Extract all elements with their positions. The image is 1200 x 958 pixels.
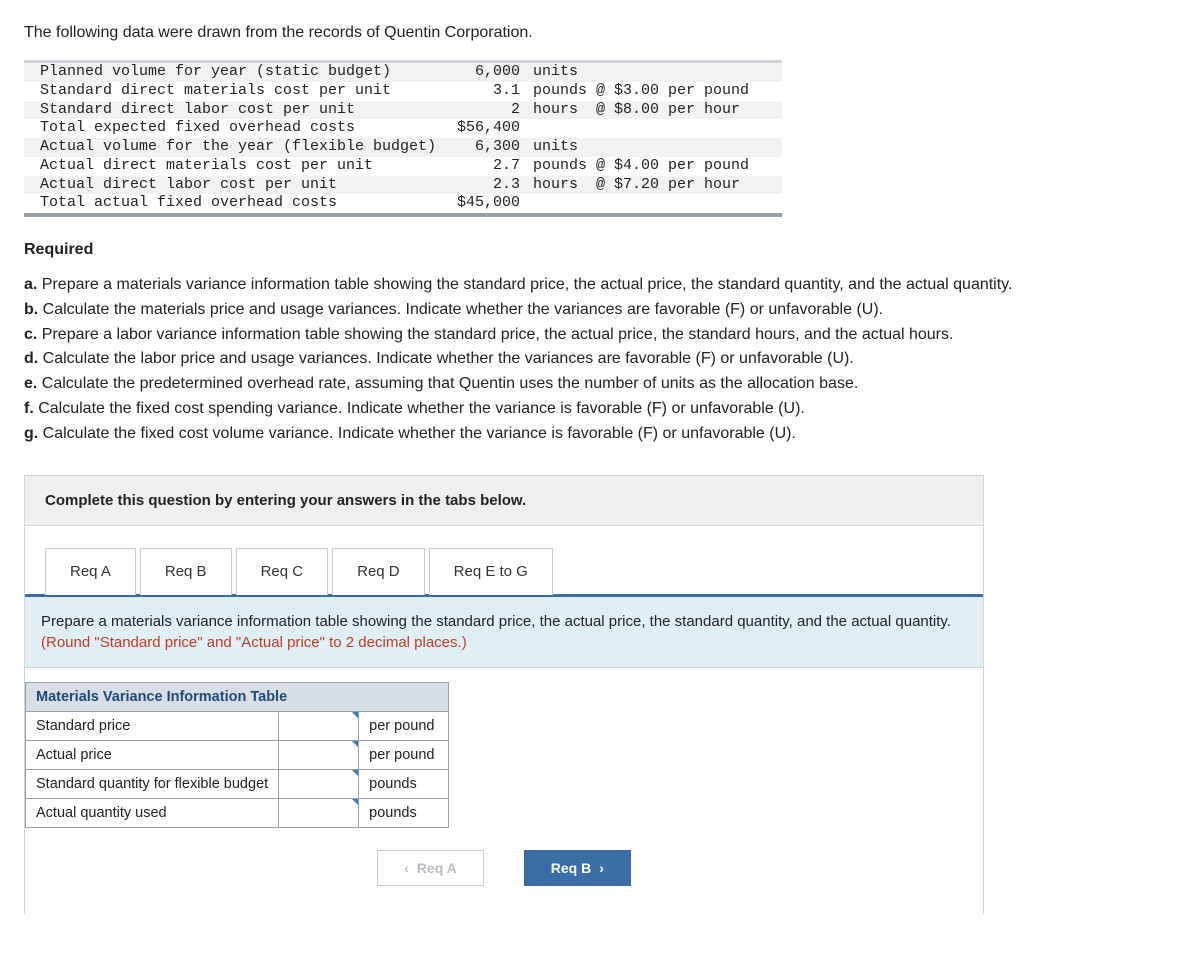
data-quantity: 2 [450,101,520,120]
tab-content: Prepare a materials variance information… [25,594,983,914]
data-quantity: 2.3 [450,176,520,195]
required-bullet: b. [24,301,43,318]
value-input[interactable] [279,740,359,769]
data-table: Planned volume for year (static budget)6… [24,60,782,217]
data-label: Actual direct labor cost per unit [40,176,450,195]
required-bullet: a. [24,276,42,293]
next-button-label: Req B [551,860,591,876]
required-list: a. Prepare a materials variance informat… [24,273,1176,447]
required-bullet: e. [24,375,42,392]
prev-button-label: Req A [417,860,457,876]
required-item: b. Calculate the materials price and usa… [24,298,1176,323]
data-quantity: 2.7 [450,157,520,176]
required-item: a. Prepare a materials variance informat… [24,273,1176,298]
row-label: Actual price [26,740,279,769]
data-label: Planned volume for year (static budget) [40,63,450,82]
data-label: Standard direct labor cost per unit [40,101,450,120]
required-text: Calculate the labor price and usage vari… [43,350,854,367]
required-text: Prepare a labor variance information tab… [42,326,954,343]
data-quantity: 3.1 [450,82,520,101]
data-quantity: $45,000 [450,194,520,213]
data-unit: units [520,63,766,82]
table-row: Actual price per pound [26,740,449,769]
tab-req-e-to-g[interactable]: Req E to G [429,548,553,595]
data-label: Total actual fixed overhead costs [40,194,450,213]
row-label: Standard quantity for flexible budget [26,769,279,798]
data-unit [520,194,766,213]
data-row: Actual volume for the year (flexible bud… [24,138,782,157]
tab-req-a[interactable]: Req A [45,548,136,595]
data-unit [520,119,766,138]
required-item: e. Calculate the predetermined overhead … [24,372,1176,397]
data-label: Standard direct materials cost per unit [40,82,450,101]
tab-req-c[interactable]: Req C [236,548,329,595]
required-bullet: d. [24,350,43,367]
answer-table-header: Materials Variance Information Table [26,682,449,711]
data-row: Actual direct labor cost per unit2.3 hou… [24,176,782,195]
unit-label: pounds [359,769,449,798]
table-row: Standard quantity for flexible budget pou… [26,769,449,798]
prev-button[interactable]: ‹ Req A [377,850,484,886]
data-quantity: 6,000 [450,63,520,82]
data-quantity: $56,400 [450,119,520,138]
table-row: Standard price per pound [26,711,449,740]
required-item: f. Calculate the fixed cost spending var… [24,397,1176,422]
required-item: d. Calculate the labor price and usage v… [24,347,1176,372]
data-unit: pounds @ $4.00 per pound [520,157,766,176]
data-quantity: 6,300 [450,138,520,157]
answer-table: Materials Variance Information Table Sta… [25,682,449,828]
data-label: Total expected fixed overhead costs [40,119,450,138]
value-input[interactable] [279,798,359,827]
required-bullet: f. [24,400,38,417]
value-input[interactable] [279,711,359,740]
unit-label: pounds [359,798,449,827]
data-row: Total actual fixed overhead costs$45,000 [24,194,782,213]
data-unit: pounds @ $3.00 per pound [520,82,766,101]
table-row: Actual quantity used pounds [26,798,449,827]
tab-req-b[interactable]: Req B [140,548,232,595]
row-label: Actual quantity used [26,798,279,827]
required-text: Calculate the fixed cost spending varian… [38,400,805,417]
unit-label: per pound [359,740,449,769]
required-text: Calculate the materials price and usage … [43,301,883,318]
required-bullet: c. [24,326,42,343]
tab-prompt: Prepare a materials variance information… [25,597,983,668]
data-row: Actual direct materials cost per unit2.7… [24,157,782,176]
chevron-right-icon: › [599,860,604,876]
required-text: Calculate the predetermined overhead rat… [42,375,859,392]
tab-prompt-round: (Round "Standard price" and "Actual pric… [41,634,467,651]
nav-buttons: ‹ Req A Req B › [25,828,983,914]
required-item: c. Prepare a labor variance information … [24,323,1176,348]
required-bullet: g. [24,425,43,442]
data-row: Planned volume for year (static budget)6… [24,63,782,82]
data-row: Total expected fixed overhead costs$56,4… [24,119,782,138]
tab-req-d[interactable]: Req D [332,548,425,595]
chevron-left-icon: ‹ [404,860,409,876]
tab-prompt-main: Prepare a materials variance information… [41,613,951,630]
data-label: Actual volume for the year (flexible bud… [40,138,450,157]
row-label: Standard price [26,711,279,740]
tabs-row: Req AReq BReq CReq DReq E to G [45,548,983,595]
intro-text: The following data were drawn from the r… [24,24,1176,42]
data-label: Actual direct materials cost per unit [40,157,450,176]
data-unit: hours @ $7.20 per hour [520,176,766,195]
next-button[interactable]: Req B › [524,850,631,886]
answer-card: Complete this question by entering your … [24,475,984,914]
data-row: Standard direct materials cost per unit3… [24,82,782,101]
card-instruction: Complete this question by entering your … [25,476,983,526]
data-unit: hours @ $8.00 per hour [520,101,766,120]
required-item: g. Calculate the fixed cost volume varia… [24,422,1176,447]
required-text: Calculate the fixed cost volume variance… [43,425,796,442]
unit-label: per pound [359,711,449,740]
data-row: Standard direct labor cost per unit2 hou… [24,101,782,120]
data-unit: units [520,138,766,157]
required-heading: Required [24,241,1176,259]
value-input[interactable] [279,769,359,798]
required-text: Prepare a materials variance information… [42,276,1013,293]
